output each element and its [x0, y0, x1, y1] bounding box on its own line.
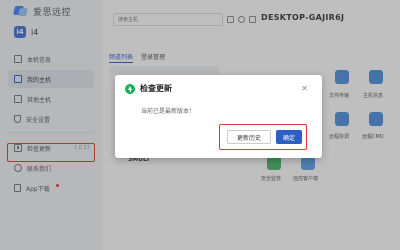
dialog-message: 当前已是最新版本！ [141, 108, 196, 115]
app-window: 爱思远控 i4 i4 本机信息 我的主机 其他主机 安全设置 检查更新 1.0.… [0, 0, 400, 250]
close-icon[interactable]: ✕ [301, 84, 308, 93]
confirm-button[interactable]: 确定 [276, 130, 302, 144]
dialog-title: 检查更新 [140, 84, 172, 93]
update-history-button[interactable]: 更新历史 [227, 130, 271, 144]
upload-icon [125, 83, 135, 94]
dialog-header: 检查更新 [125, 83, 172, 94]
